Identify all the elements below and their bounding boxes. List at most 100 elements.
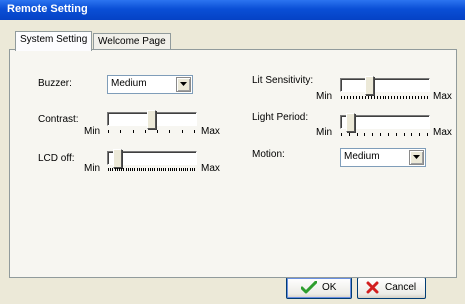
slider-tick [112,168,113,171]
slider-tick [133,130,134,133]
slider-tick [349,133,350,136]
slider-tick [396,133,397,136]
checkmark-icon [300,280,318,297]
slider-tick [128,168,129,171]
contrast-label: Contrast: [38,114,79,125]
slider-tick [380,96,381,99]
slider-tick [383,96,384,99]
slider-tick [400,96,401,99]
slider-tick [427,96,428,99]
cancel-button[interactable]: Cancel [357,277,426,299]
lit-sensitivity-slider-thumb[interactable] [364,76,374,95]
lit-sensitivity-ticks [341,96,428,100]
slider-tick [424,96,425,99]
slider-tick [380,133,381,136]
tab-welcome-page[interactable]: Welcome Page [93,33,171,50]
slider-tick [356,96,357,99]
slider-tick [137,168,138,171]
slider-tick [157,130,158,133]
slider-tick [117,168,118,171]
lcd-off-slider-thumb[interactable] [112,149,122,168]
lcd-off-min-label: Min [84,163,101,174]
slider-tick [170,168,171,171]
contrast-ticks [108,130,195,134]
slider-tick [411,133,412,136]
slider-tick [168,168,169,171]
lcd-off-label: LCD off: [38,153,75,164]
slider-tick [350,96,351,99]
remote-setting-window: Remote Setting System Setting Welcome Pa… [0,0,465,304]
lit-sensitivity-label: Lit Sensitivity: [252,75,314,86]
slider-tick [364,133,365,136]
buzzer-label: Buzzer: [38,78,72,89]
slider-tick [161,168,162,171]
red-x-icon [366,281,379,297]
slider-tick [409,96,410,99]
slider-tick [172,168,173,171]
window-title: Remote Setting [7,3,88,15]
slider-tick [365,96,366,99]
chevron-down-icon[interactable] [176,77,191,92]
slider-tick [108,168,109,171]
slider-tick [388,133,389,136]
title-bar[interactable]: Remote Setting [0,0,465,20]
chevron-down-icon[interactable] [409,150,424,165]
lit-sensitivity-slider-track [340,78,430,92]
slider-tick [159,168,160,171]
slider-tick [126,168,127,171]
motion-select[interactable]: Medium [340,148,426,167]
slider-tick [374,96,375,99]
slider-tick [132,168,133,171]
slider-tick [388,96,389,99]
cancel-label: Cancel [385,282,417,293]
tab-label: System Setting [20,34,88,45]
slider-tick [115,168,116,171]
slider-tick [415,96,416,99]
slider-tick [406,96,407,99]
slider-tick [148,168,149,171]
slider-tick [394,96,395,99]
buzzer-select[interactable]: Medium [107,75,193,94]
slider-tick [120,130,121,133]
buzzer-value: Medium [111,78,147,89]
slider-tick [143,168,144,171]
slider-tick [341,133,342,136]
slider-tick [368,96,369,99]
slider-tick [353,96,354,99]
slider-tick [372,133,373,136]
tab-label: Welcome Page [98,36,166,47]
system-setting-panel: Buzzer: Medium Contrast: Min Max LCD off… [9,49,457,278]
contrast-slider-thumb[interactable] [146,110,156,129]
slider-tick [152,168,153,171]
light-period-slider-thumb[interactable] [345,113,355,132]
slider-tick [403,96,404,99]
motion-label: Motion: [252,149,285,160]
slider-tick [359,96,360,99]
ok-button[interactable]: OK [286,277,352,299]
slider-tick [110,168,111,171]
ok-label: OK [322,282,337,293]
slider-tick [108,130,109,133]
slider-tick [139,168,140,171]
light-period-max-label: Max [433,127,452,138]
slider-tick [179,168,180,171]
slider-tick [194,168,195,171]
slider-tick [134,168,135,171]
slider-tick [397,96,398,99]
slider-tick [174,168,175,171]
slider-tick [119,168,120,171]
slider-tick [165,168,166,171]
slider-tick [347,96,348,99]
light-period-label: Light Period: [252,112,309,123]
contrast-min-label: Min [84,126,101,137]
lit-sensitivity-max-label: Max [433,91,452,102]
slider-tick [362,96,363,99]
slider-tick [163,168,164,171]
slider-tick [150,168,151,171]
tab-system-setting[interactable]: System Setting [15,31,93,51]
slider-tick [427,133,428,136]
slider-tick [194,130,195,133]
slider-tick [341,96,342,99]
slider-tick [371,96,372,99]
lcd-off-max-label: Max [201,163,220,174]
